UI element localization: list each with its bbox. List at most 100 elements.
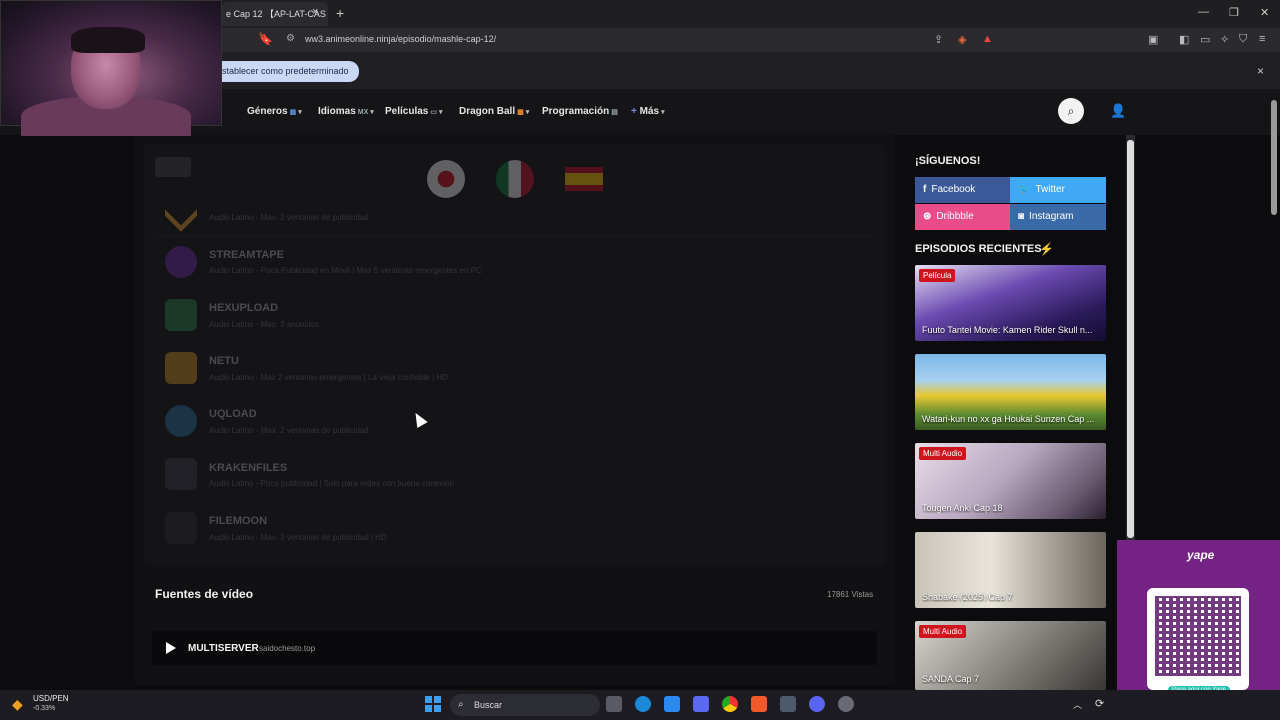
play-icon[interactable] (166, 642, 176, 654)
episode-card[interactable]: Multi Audio Tougen Anki Cap 18 (915, 443, 1106, 519)
edge-icon[interactable] (635, 696, 651, 712)
nav-label: Idiomas (318, 106, 356, 117)
spain-flag-icon[interactable] (565, 167, 603, 191)
site-info-icon[interactable]: ⚙ (286, 33, 295, 44)
episode-title: Watari-kun no xx ga Houkai Sunzen Cap ..… (922, 414, 1095, 424)
episode-badge: Película (919, 269, 956, 282)
netu-icon (165, 352, 197, 384)
vpn-icon[interactable]: ⛉ (1239, 33, 1247, 46)
social-label: Twitter (1035, 184, 1065, 195)
dribbble-icon: ⊛ (923, 211, 932, 222)
steam-icon[interactable] (838, 696, 854, 712)
episode-title: Fuuto Tantei Movie: Kamen Rider Skull n.… (922, 325, 1093, 335)
user-icon[interactable]: 👤 (1110, 103, 1126, 119)
url-field[interactable]: ww3.animeonline.ninja/episodio/mashle-ca… (305, 34, 496, 44)
nav-badge: MX (357, 109, 369, 116)
reader-icon[interactable]: ▣ (1148, 33, 1158, 46)
leo-icon[interactable]: ✧ (1220, 33, 1229, 46)
wallet-icon[interactable]: ▭ (1200, 33, 1210, 46)
instagram-icon: ◙ (1018, 211, 1025, 222)
nav-peliculas[interactable]: Películas ▭ ▾ (385, 106, 443, 117)
mexico-flag-icon[interactable] (496, 160, 534, 198)
server-name[interactable]: STREAMTAPE (209, 249, 284, 261)
episode-card[interactable]: Shabake (2025) Cap 7 (915, 532, 1106, 608)
instagram-button[interactable]: ◙ Instagram (1010, 204, 1106, 230)
source-name[interactable]: MULTISERVER (188, 643, 259, 654)
social-label: Facebook (931, 184, 976, 195)
store-icon[interactable] (693, 696, 709, 712)
episode-card[interactable]: Película Fuuto Tantei Movie: Kamen Rider… (915, 265, 1106, 341)
follow-title: ¡SÍGUENOS! (915, 155, 981, 167)
qr-code (1147, 588, 1249, 690)
server-name[interactable]: NETU (209, 355, 239, 367)
nav-idiomas[interactable]: Idiomas MX ▾ (318, 106, 374, 117)
tab-title: e Cap 12 【AP-LAT-CAS (226, 9, 326, 19)
server-desc: Audio Latino - Max. 2 ventanas de public… (209, 426, 369, 435)
infobar-close-icon[interactable]: × (1257, 64, 1264, 78)
minimize-button[interactable]: — (1198, 6, 1209, 18)
social-label: Dribbble (936, 211, 974, 222)
webcam-overlay (0, 0, 222, 136)
hexupload-icon (165, 299, 197, 331)
chevron-up-icon[interactable]: ︿ (1073, 698, 1082, 711)
social-label: Instagram (1029, 211, 1074, 222)
maximize-button[interactable]: ❐ (1229, 6, 1239, 19)
taskbar-search[interactable]: Buscar (450, 694, 600, 716)
sidebar-scroll-thumb[interactable] (1127, 140, 1134, 538)
yape-logo: yape (1187, 548, 1215, 562)
nav-programacion[interactable]: Programación ▤ (542, 106, 618, 117)
tab-close-icon[interactable]: × (312, 6, 318, 18)
language-menu-icon[interactable] (155, 157, 191, 177)
server-name[interactable]: FILEMOON (209, 515, 267, 527)
recent-episodes-title: EPISODIOS RECIENTES (915, 243, 1042, 255)
chrome-icon[interactable] (722, 696, 738, 712)
set-default-button[interactable]: stablecer como predeterminado (218, 61, 359, 82)
brave-shield-icon[interactable]: ◈ (958, 33, 966, 46)
episode-card[interactable]: Multi Audio SANDA Cap 7 (915, 621, 1106, 690)
currency-icon: ◆ (12, 696, 23, 712)
nav-mas[interactable]: + Más ▾ (631, 106, 665, 117)
search-button[interactable]: ⌕ (1058, 98, 1084, 124)
menu-icon[interactable]: ≡ (1259, 33, 1265, 45)
server-desc: Audio Latino - Poca Publicidad en Movil … (209, 266, 482, 275)
chevron-down-icon: ▾ (298, 109, 302, 116)
notepad-icon[interactable] (664, 696, 680, 712)
close-window-button[interactable]: ✕ (1260, 6, 1269, 19)
chevron-down-icon: ▾ (661, 109, 665, 116)
windows-start-icon[interactable] (425, 696, 441, 712)
sidebar-icon[interactable]: ◧ (1179, 33, 1189, 46)
facebook-button[interactable]: f Facebook (915, 177, 1010, 203)
view-count: 17861 Vistas (827, 590, 874, 599)
ticker-name[interactable]: USD/PEN (33, 694, 69, 703)
nav-label: Géneros (247, 106, 288, 117)
sync-icon[interactable]: ⟳ (1095, 697, 1104, 710)
new-tab-button[interactable]: + (336, 5, 344, 21)
nav-generos[interactable]: Géneros ▦ ▾ (247, 106, 302, 117)
twitter-icon: 🐦 (1018, 184, 1031, 195)
bookmark-icon[interactable]: 🔖 (258, 32, 273, 46)
nav-label: Programación (542, 106, 610, 117)
dribbble-button[interactable]: ⊛ Dribbble (915, 204, 1010, 230)
chevron-down-icon: ▾ (438, 109, 443, 116)
server-name[interactable]: UQLOAD (209, 408, 257, 420)
brave-icon[interactable] (751, 696, 767, 712)
server-desc: Audio Latino - Poca publicidad | Solo pa… (209, 479, 454, 488)
brave-rewards-icon[interactable]: ▲ (982, 33, 993, 45)
japan-flag-icon[interactable] (427, 160, 465, 198)
nav-dragon-ball[interactable]: Dragon Ball ▩ ▾ (459, 106, 529, 117)
discord-icon[interactable] (809, 696, 825, 712)
search-icon: ⌕ (458, 699, 464, 710)
server-list-panel (145, 145, 885, 565)
calculator-icon[interactable] (780, 696, 796, 712)
server-name[interactable]: HEXUPLOAD (209, 302, 278, 314)
bolt-icon: ⚡ (1039, 242, 1054, 256)
file-explorer-icon[interactable] (606, 696, 622, 712)
twitter-button[interactable]: 🐦 Twitter (1010, 177, 1106, 203)
episode-title: SANDA Cap 7 (922, 674, 980, 684)
filemoon-icon (165, 512, 197, 544)
share-icon[interactable]: ⇪ (934, 33, 943, 46)
episode-card[interactable]: Watari-kun no xx ga Houkai Sunzen Cap ..… (915, 354, 1106, 430)
episode-title: Shabake (2025) Cap 7 (922, 592, 1013, 602)
server-name[interactable]: KRAKENFILES (209, 462, 287, 474)
page-scrollbar[interactable] (1271, 100, 1277, 215)
